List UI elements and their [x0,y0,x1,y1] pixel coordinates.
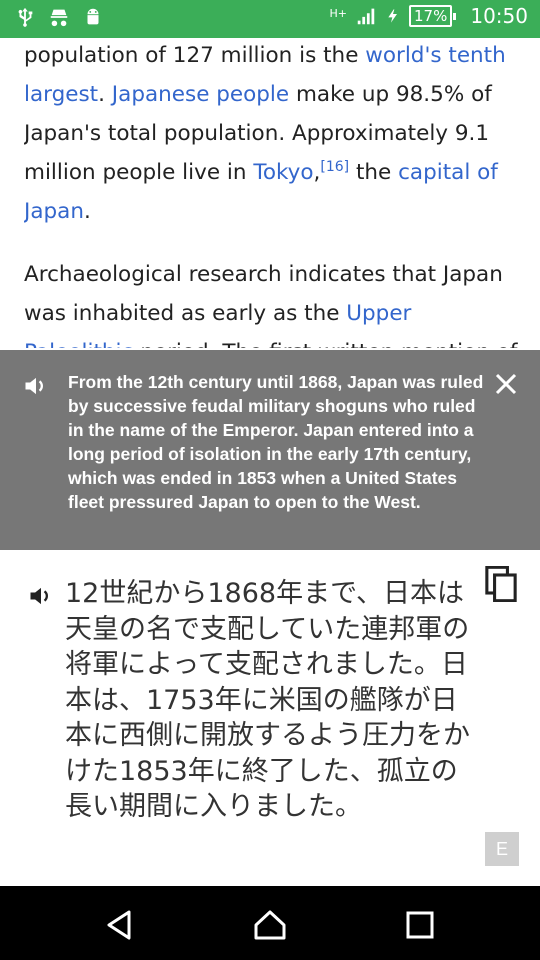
link-tokyo[interactable]: Tokyo [253,160,313,185]
clock: 10:50 [470,4,528,28]
article-content: population of 127 million is the world's… [24,38,520,348]
network-type: H+ [329,6,348,20]
translated-text: 12世紀から1868年まで、日本は天皇の名で支配していた連邦軍の将軍によって支配… [65,578,470,822]
incognito-icon [50,9,68,27]
speaker-icon[interactable] [27,582,55,610]
android-icon [87,8,99,25]
source-text-panel: From the 12th century until 1868, Japan … [0,350,540,550]
source-text: From the 12th century until 1868, Japan … [68,372,484,512]
navigation-bar [0,886,540,960]
reference-16[interactable]: [16] [320,159,349,175]
recents-icon[interactable] [403,908,437,942]
translation-card: 12世紀から1868年まで、日本は天皇の名で支配していた連邦軍の将軍によって支配… [5,552,535,882]
speaker-icon[interactable] [22,372,50,400]
article-paragraph: Archaeological research indicates that J… [24,255,520,348]
signal-icon [357,8,375,25]
status-right: H+ 17% 10:50 [330,4,528,28]
language-badge[interactable]: E [485,832,519,866]
link-japanese-people[interactable]: Japanese people [112,82,289,107]
article-paragraph: population of 127 million is the world's… [24,43,506,224]
status-left-icons [14,6,104,28]
close-icon[interactable] [494,372,518,396]
battery-indicator: 17% [409,5,457,27]
usb-icon [18,7,33,27]
status-bar: H+ 17% 10:50 [0,0,540,38]
back-icon[interactable] [103,908,137,942]
copy-icon[interactable] [485,566,517,602]
charging-icon [388,9,398,23]
home-icon[interactable] [253,908,287,942]
